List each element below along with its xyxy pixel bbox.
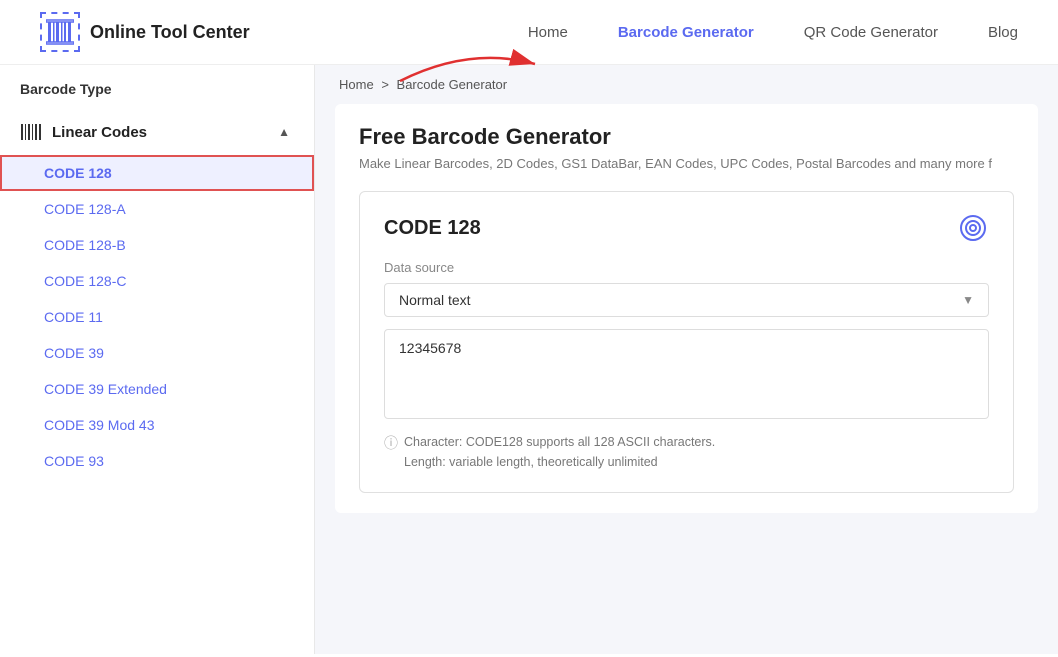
breadcrumb-separator: >: [381, 77, 389, 92]
nav-home[interactable]: Home: [528, 24, 568, 41]
info-line2: Length: variable length, theoretically u…: [404, 452, 715, 472]
target-icon[interactable]: [957, 212, 989, 244]
info-icon: ⓘ: [384, 433, 398, 453]
code-panel-header: CODE 128: [384, 212, 989, 244]
info-section: ⓘ Character: CODE128 supports all 128 AS…: [384, 432, 989, 472]
dropdown-value: Normal text: [399, 292, 471, 308]
breadcrumb: Home > Barcode Generator: [315, 65, 1058, 104]
breadcrumb-current: Barcode Generator: [397, 77, 508, 92]
logo-text: Online Tool Center: [90, 22, 250, 43]
linear-codes-section[interactable]: Linear Codes ▲: [0, 103, 314, 155]
barcode-text-input[interactable]: 12345678: [384, 329, 989, 419]
breadcrumb-home[interactable]: Home: [339, 77, 374, 92]
linear-codes-label: Linear Codes: [52, 124, 147, 141]
nav-barcode-generator[interactable]: Barcode Generator: [618, 24, 754, 41]
sidebar-item-code93[interactable]: CODE 93: [0, 443, 314, 479]
header: Online Tool Center Home Barcode Generato…: [0, 0, 1058, 65]
logo-icon: [40, 12, 80, 52]
sidebar-item-code128[interactable]: CODE 128: [0, 155, 314, 191]
page-subtitle: Make Linear Barcodes, 2D Codes, GS1 Data…: [359, 156, 1014, 171]
data-source-label: Data source: [384, 260, 989, 275]
code-panel: CODE 128 Data source Normal text ▼: [359, 191, 1014, 493]
chevron-up-icon: ▲: [278, 125, 290, 139]
code-panel-title: CODE 128: [384, 217, 481, 240]
content-inner: Free Barcode Generator Make Linear Barco…: [335, 104, 1038, 513]
chevron-down-icon: ▼: [962, 293, 974, 307]
info-lines: Character: CODE128 supports all 128 ASCI…: [404, 432, 715, 472]
info-line1: Character: CODE128 supports all 128 ASCI…: [404, 432, 715, 452]
barcode-section-icon: [20, 121, 42, 143]
sidebar-item-code39mod43[interactable]: CODE 39 Mod 43: [0, 407, 314, 443]
sidebar-item-code128b[interactable]: CODE 128-B: [0, 227, 314, 263]
main-nav: Home Barcode Generator QR Code Generator…: [528, 24, 1018, 41]
sidebar-item-code128c[interactable]: CODE 128-C: [0, 263, 314, 299]
sidebar-item-code39[interactable]: CODE 39: [0, 335, 314, 371]
data-source-dropdown[interactable]: Normal text ▼: [384, 283, 989, 317]
linear-codes-left: Linear Codes: [20, 121, 147, 143]
nav-blog[interactable]: Blog: [988, 24, 1018, 41]
sidebar: Barcode Type Linear Codes ▲ CODE: [0, 65, 315, 654]
sidebar-item-code11[interactable]: CODE 11: [0, 299, 314, 335]
sidebar-item-code39ext[interactable]: CODE 39 Extended: [0, 371, 314, 407]
logo-area: Online Tool Center: [40, 12, 250, 52]
main-content: Home > Barcode Generator Free Barcode Ge…: [315, 65, 1058, 654]
nav-qr-generator[interactable]: QR Code Generator: [804, 24, 938, 41]
page-title: Free Barcode Generator: [359, 124, 1014, 150]
barcode-type-label: Barcode Type: [0, 65, 314, 103]
sidebar-item-code128a[interactable]: CODE 128-A: [0, 191, 314, 227]
main-layout: Barcode Type Linear Codes ▲ CODE: [0, 65, 1058, 654]
